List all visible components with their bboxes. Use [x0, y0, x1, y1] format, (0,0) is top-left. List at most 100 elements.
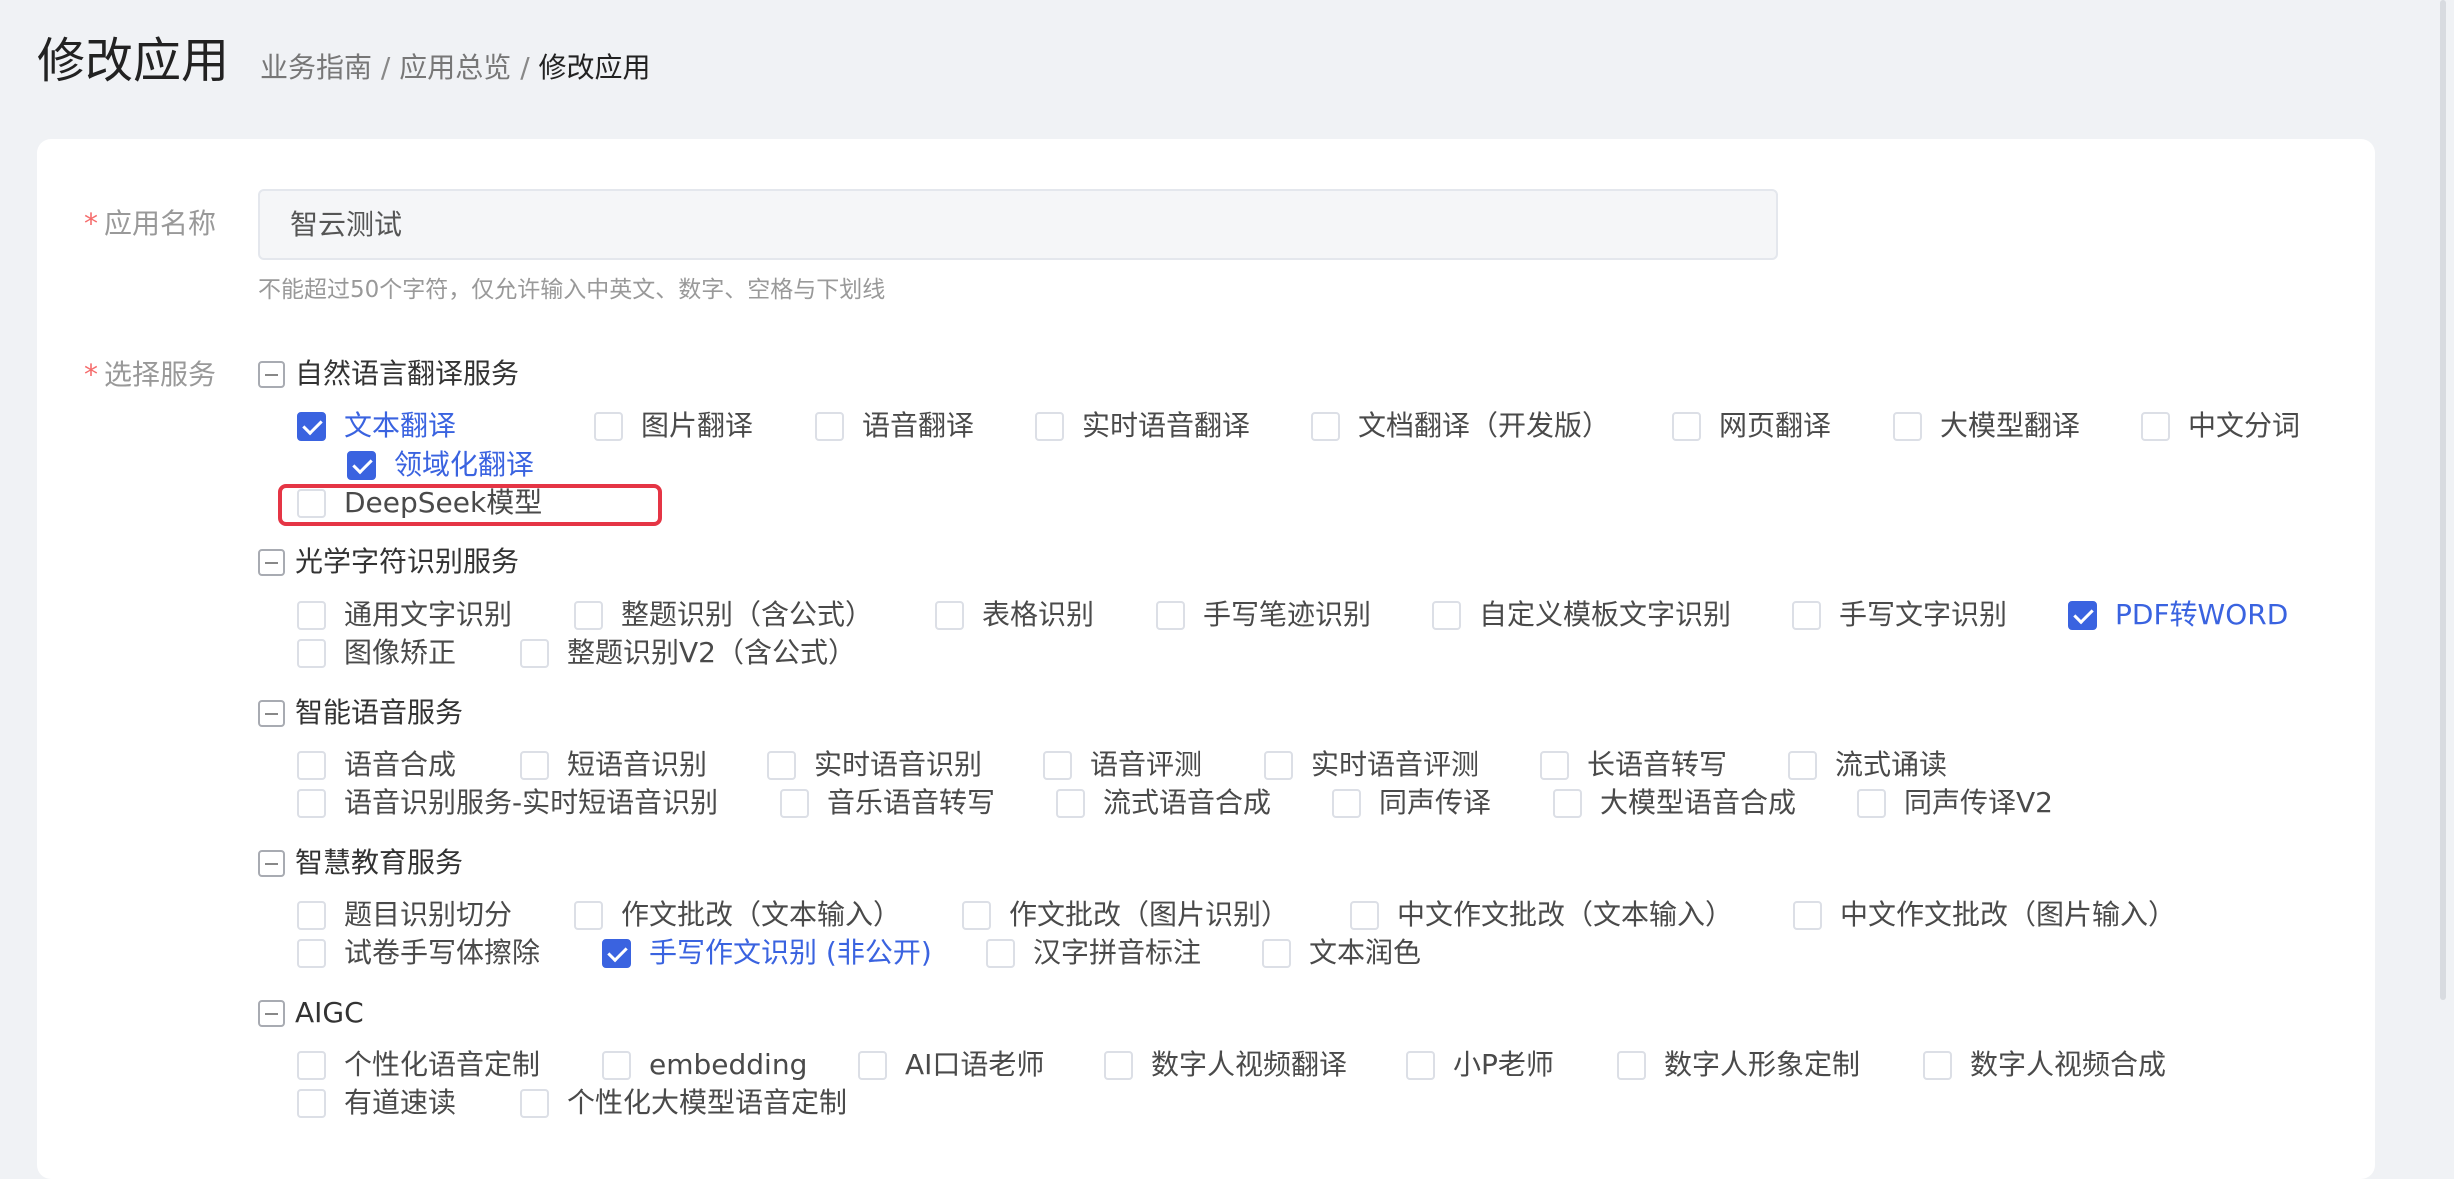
checkbox-icon[interactable]: [815, 411, 844, 441]
checkbox-icon[interactable]: [1350, 900, 1379, 930]
checkbox-icon[interactable]: [520, 1088, 549, 1118]
checkbox-icon[interactable]: [1617, 1050, 1646, 1080]
service-checkbox[interactable]: 实时语音翻译: [1035, 407, 1250, 445]
checkbox-icon[interactable]: [1311, 411, 1340, 441]
checkbox-icon[interactable]: [520, 750, 549, 780]
service-checkbox[interactable]: 试卷手写体擦除: [297, 934, 540, 972]
service-checkbox[interactable]: 网页翻译: [1672, 407, 1831, 445]
indeterminate-checkbox-icon[interactable]: [258, 999, 285, 1027]
service-group-header[interactable]: 光学字符识别服务: [258, 543, 519, 581]
page-scrollbar[interactable]: [2440, 0, 2446, 1000]
checkbox-icon[interactable]: [767, 750, 796, 780]
checkbox-checked-icon[interactable]: [602, 938, 631, 968]
checkbox-icon[interactable]: [594, 411, 623, 441]
service-checkbox[interactable]: 通用文字识别: [297, 596, 512, 634]
service-checkbox[interactable]: 手写文字识别: [1792, 596, 2007, 634]
service-checkbox[interactable]: 整题识别（含公式）: [574, 596, 873, 634]
checkbox-icon[interactable]: [780, 788, 809, 818]
breadcrumb-link-overview[interactable]: 应用总览: [399, 51, 511, 84]
service-checkbox[interactable]: 实时语音评测: [1264, 746, 1479, 784]
checkbox-icon[interactable]: [1264, 750, 1293, 780]
indeterminate-checkbox-icon[interactable]: [258, 360, 285, 388]
checkbox-icon[interactable]: [962, 900, 991, 930]
checkbox-icon[interactable]: [2141, 411, 2170, 441]
service-checkbox[interactable]: 实时语音识别: [767, 746, 982, 784]
checkbox-icon[interactable]: [1332, 788, 1361, 818]
service-group-header[interactable]: AIGC: [258, 994, 364, 1032]
service-checkbox[interactable]: 数字人视频合成: [1923, 1046, 2166, 1084]
service-checkbox[interactable]: 短语音识别: [520, 746, 707, 784]
service-checkbox[interactable]: 中文作文批改（文本输入）: [1350, 896, 1733, 934]
indeterminate-checkbox-icon[interactable]: [258, 849, 285, 877]
service-checkbox[interactable]: 文档翻译（开发版）: [1311, 407, 1610, 445]
service-checkbox[interactable]: 大模型语音合成: [1553, 784, 1796, 822]
checkbox-icon[interactable]: [1553, 788, 1582, 818]
service-checkbox[interactable]: 题目识别切分: [297, 896, 512, 934]
service-checkbox[interactable]: 长语音转写: [1540, 746, 1727, 784]
checkbox-icon[interactable]: [574, 900, 603, 930]
checkbox-icon[interactable]: [297, 638, 326, 668]
checkbox-icon[interactable]: [297, 750, 326, 780]
checkbox-icon[interactable]: [1156, 600, 1185, 630]
checkbox-icon[interactable]: [1406, 1050, 1435, 1080]
checkbox-icon[interactable]: [1857, 788, 1886, 818]
checkbox-icon[interactable]: [574, 600, 603, 630]
service-group-header[interactable]: 智慧教育服务: [258, 844, 463, 882]
service-checkbox[interactable]: 小P老师: [1406, 1046, 1554, 1084]
service-checkbox[interactable]: 语音翻译: [815, 407, 974, 445]
checkbox-icon[interactable]: [1788, 750, 1817, 780]
service-checkbox[interactable]: 手写作文识别 (非公开): [602, 934, 932, 972]
service-checkbox[interactable]: 同声传译: [1332, 784, 1491, 822]
service-checkbox[interactable]: 数字人形象定制: [1617, 1046, 1860, 1084]
app-name-input[interactable]: 智云测试: [258, 189, 1778, 260]
service-checkbox[interactable]: 个性化语音定制: [297, 1046, 540, 1084]
service-group-header[interactable]: 自然语言翻译服务: [258, 355, 519, 393]
checkbox-icon[interactable]: [1893, 411, 1922, 441]
checkbox-icon[interactable]: [1672, 411, 1701, 441]
checkbox-icon[interactable]: [520, 638, 549, 668]
service-checkbox[interactable]: embedding: [602, 1046, 807, 1084]
service-checkbox[interactable]: 整题识别V2（含公式）: [520, 634, 856, 672]
service-group-header[interactable]: 智能语音服务: [258, 694, 463, 732]
service-checkbox[interactable]: PDF转WORD: [2068, 596, 2288, 634]
service-checkbox[interactable]: 作文批改（图片识别）: [962, 896, 1289, 934]
service-checkbox[interactable]: AI口语老师: [858, 1046, 1044, 1084]
checkbox-icon[interactable]: [986, 938, 1015, 968]
indeterminate-checkbox-icon[interactable]: [258, 548, 285, 576]
checkbox-icon[interactable]: [602, 1050, 631, 1080]
service-checkbox[interactable]: 中文分词: [2141, 407, 2300, 445]
service-checkbox[interactable]: 自定义模板文字识别: [1432, 596, 1731, 634]
service-checkbox[interactable]: 汉字拼音标注: [986, 934, 1201, 972]
service-checkbox[interactable]: 同声传译V2: [1857, 784, 2053, 822]
checkbox-icon[interactable]: [1432, 600, 1461, 630]
checkbox-icon[interactable]: [297, 600, 326, 630]
service-checkbox[interactable]: 有道速读: [297, 1084, 456, 1122]
service-checkbox[interactable]: 领域化翻译: [347, 446, 534, 484]
indeterminate-checkbox-icon[interactable]: [258, 699, 285, 727]
checkbox-icon[interactable]: [858, 1050, 887, 1080]
service-checkbox[interactable]: 语音识别服务-实时短语音识别: [297, 784, 718, 822]
service-checkbox[interactable]: 图像矫正: [297, 634, 456, 672]
breadcrumb-link-guide[interactable]: 业务指南: [260, 51, 372, 84]
checkbox-icon[interactable]: [297, 1088, 326, 1118]
service-checkbox[interactable]: 文本润色: [1262, 934, 1421, 972]
service-checkbox[interactable]: 音乐语音转写: [780, 784, 995, 822]
service-checkbox[interactable]: 表格识别: [935, 596, 1094, 634]
service-checkbox[interactable]: 文本翻译: [297, 407, 456, 445]
service-checkbox[interactable]: 流式语音合成: [1056, 784, 1271, 822]
service-checkbox[interactable]: 图片翻译: [594, 407, 753, 445]
checkbox-icon[interactable]: [1262, 938, 1291, 968]
checkbox-icon[interactable]: [1104, 1050, 1133, 1080]
service-checkbox[interactable]: 语音合成: [297, 746, 456, 784]
checkbox-icon[interactable]: [935, 600, 964, 630]
service-checkbox[interactable]: 流式诵读: [1788, 746, 1947, 784]
checkbox-icon[interactable]: [1043, 750, 1072, 780]
service-checkbox[interactable]: 大模型翻译: [1893, 407, 2080, 445]
checkbox-icon[interactable]: [297, 1050, 326, 1080]
service-checkbox[interactable]: 中文作文批改（图片输入）: [1793, 896, 2176, 934]
checkbox-icon[interactable]: [1793, 900, 1822, 930]
service-checkbox[interactable]: 作文批改（文本输入）: [574, 896, 901, 934]
checkbox-icon[interactable]: [297, 788, 326, 818]
checkbox-icon[interactable]: [1540, 750, 1569, 780]
checkbox-icon[interactable]: [1923, 1050, 1952, 1080]
